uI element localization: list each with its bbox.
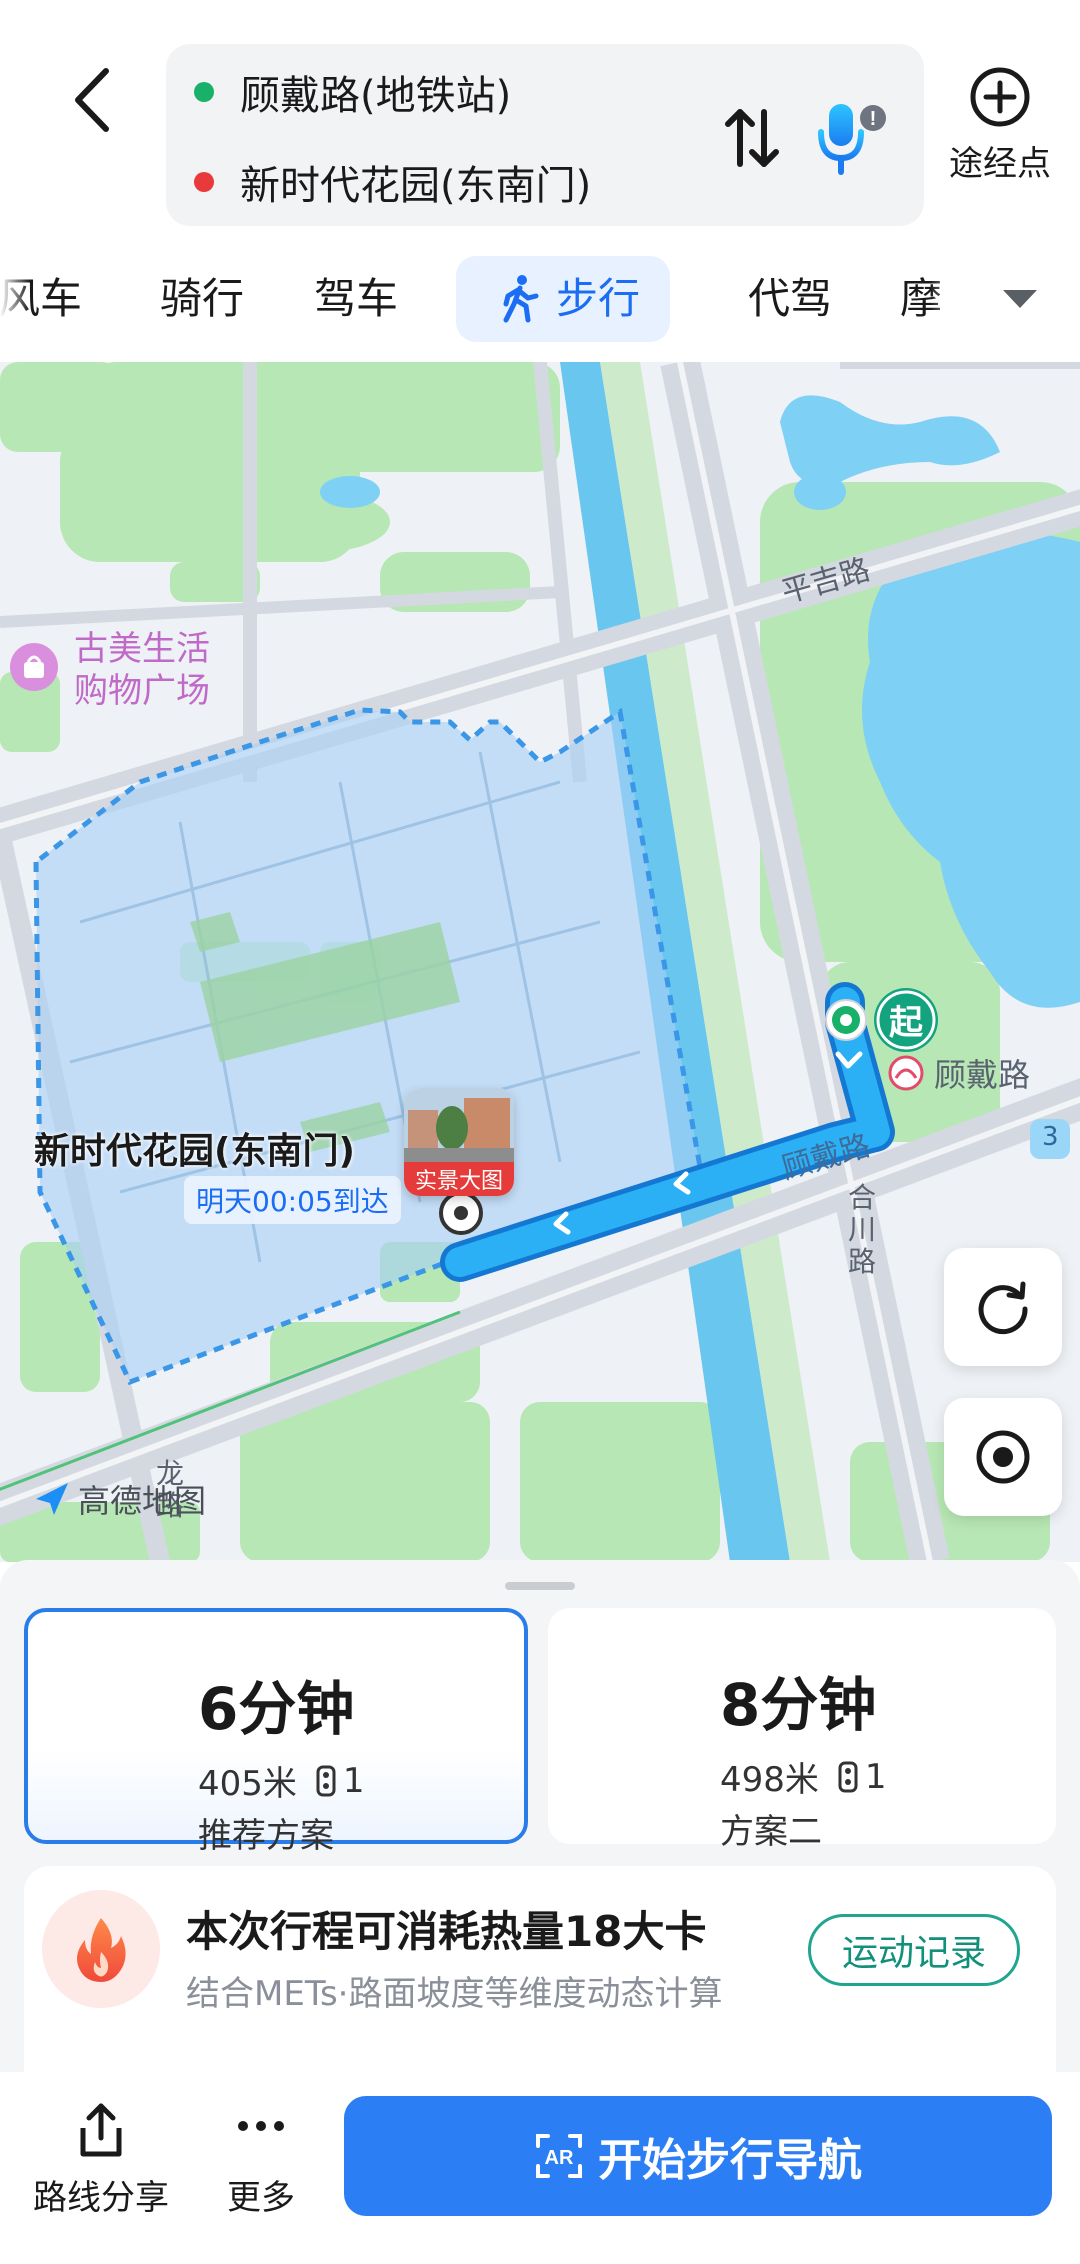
- street-view-label: 实景大图: [404, 1162, 514, 1196]
- street-view-thumbnail[interactable]: 实景大图: [404, 1088, 514, 1196]
- share-route-button[interactable]: 路线分享: [26, 2100, 176, 2250]
- tab-cycling[interactable]: 骑行: [160, 256, 244, 342]
- traffic-light-icon: [838, 1761, 858, 1792]
- tab-walking[interactable]: 步行: [456, 256, 671, 342]
- svg-text:!: !: [870, 108, 877, 130]
- tab-label: 驾车: [314, 274, 399, 323]
- plan-card-2[interactable]: 8分钟 498米 1 方案二: [548, 1608, 1056, 1852]
- voice-input-button[interactable]: !: [806, 88, 896, 188]
- traffic-light-icon: [316, 1765, 336, 1796]
- logo-text: 高德地图: [78, 1482, 207, 1520]
- swap-arrows-icon: [725, 109, 779, 167]
- walking-icon: [503, 275, 539, 323]
- tabs-fade-left: [0, 256, 30, 342]
- tab-driving[interactable]: 驾车: [314, 256, 398, 342]
- poi-mall-label[interactable]: 古美生活 购物广场: [74, 628, 210, 712]
- station-label: 顾戴路: [934, 1056, 1031, 1094]
- plan-meta: 498米 1: [720, 1752, 887, 1801]
- plan-distance: 498米: [720, 1760, 819, 1800]
- traffic-light-count: 1: [313, 1761, 365, 1801]
- locate-me-button[interactable]: [944, 1398, 1062, 1516]
- microphone-icon: !: [818, 104, 886, 175]
- plan-distance: 405米: [198, 1764, 297, 1804]
- end-dot-icon: [194, 172, 214, 192]
- plan-desc: 方案二: [720, 1812, 822, 1852]
- traffic-light-number: 1: [864, 1756, 887, 1797]
- svg-text:AR: AR: [545, 2147, 574, 2169]
- plan-time: 6分钟: [198, 1675, 355, 1743]
- sheet-drag-handle[interactable]: [505, 1582, 575, 1590]
- start-walking-navigation-button[interactable]: AR 开始步行导航: [344, 2096, 1052, 2216]
- ar-icon: AR: [534, 2132, 584, 2180]
- poi-mall-line1: 古美生活: [74, 629, 210, 669]
- tab-label: 步行: [556, 274, 641, 323]
- locate-icon: [976, 1430, 1030, 1484]
- plan-time: 8分钟: [720, 1671, 877, 1739]
- tab-label: 代驾: [748, 274, 833, 323]
- map-view[interactable]: 古美生活 购物广场 平吉路 顾戴路 顾戴路 合川路 龙路 起 3 新时代花园(东…: [0, 362, 1080, 1562]
- back-button[interactable]: [52, 50, 132, 150]
- caret-down-icon: [1003, 290, 1037, 308]
- route-input-box: 顾戴路(地铁站) 新时代花园(东南门) !: [166, 44, 924, 226]
- transport-mode-tabs: 风车 骑行 驾车 步行 代驾 摩: [0, 256, 1080, 342]
- calorie-title: 本次行程可消耗热量18大卡: [186, 1907, 707, 1956]
- traffic-light-number: 1: [342, 1760, 365, 1801]
- start-point-field[interactable]: 顾戴路(地铁站): [186, 52, 511, 132]
- amap-logo: 高德地图: [32, 1476, 206, 1522]
- share-icon: [80, 2103, 122, 2157]
- arrival-time-label: 明天00:05到达: [184, 1176, 401, 1224]
- traffic-light-count: 1: [835, 1757, 887, 1797]
- bottom-action-bar: 路线分享 更多 AR 开始步行导航: [0, 2072, 1080, 2264]
- start-dot-icon: [194, 82, 214, 102]
- swap-route-button[interactable]: [712, 88, 792, 188]
- calorie-card: 本次行程可消耗热量18大卡 结合METs·路面坡度等维度动态计算 运动记录: [24, 1866, 1056, 2096]
- map-canvas: [0, 362, 1080, 1562]
- end-point-text: 新时代花园(东南门): [240, 163, 592, 209]
- more-options-button[interactable]: 更多: [186, 2100, 336, 2250]
- poi-mall-line2: 购物广场: [74, 671, 210, 711]
- more-label: 更多: [227, 2178, 295, 2218]
- add-waypoint-button[interactable]: 途经点: [940, 66, 1060, 206]
- exercise-record-button[interactable]: 运动记录: [808, 1914, 1020, 1986]
- refresh-icon: [978, 1281, 1028, 1335]
- refresh-button[interactable]: [944, 1248, 1062, 1366]
- tab-chauffeur[interactable]: 代驾: [748, 256, 832, 342]
- destination-label: 新时代花园(东南门): [34, 1131, 355, 1172]
- more-dots-icon: [238, 2121, 284, 2131]
- navigate-label: 开始步行导航: [598, 2135, 862, 2186]
- tabs-fade-right: [930, 256, 970, 342]
- waypoint-label: 途经点: [949, 144, 1051, 184]
- route-header: 顾戴路(地铁站) 新时代花园(东南门) ! 途经点 风车 骑行 驾车 步行 代驾…: [0, 0, 1080, 360]
- street-view-image: [404, 1088, 514, 1162]
- plan-desc: 推荐方案: [198, 1816, 334, 1856]
- start-marker-label: 起: [889, 1003, 923, 1043]
- start-point-text: 顾戴路(地铁站): [240, 73, 512, 119]
- more-modes-button[interactable]: [970, 256, 1070, 342]
- calorie-subtitle: 结合METs·路面坡度等维度动态计算: [186, 1974, 723, 2014]
- amap-logo-icon: [36, 1483, 68, 1515]
- chevron-left-icon: [75, 68, 109, 132]
- plus-circle-icon: [970, 67, 1030, 127]
- tab-label: 骑行: [160, 274, 245, 323]
- share-label: 路线分享: [33, 2178, 169, 2218]
- plan-meta: 405米 1: [198, 1756, 365, 1805]
- plan-card-1[interactable]: 6分钟 405米 1 推荐方案: [24, 1608, 528, 1856]
- road-label-hechuan: 合川路: [848, 1181, 877, 1278]
- flame-icon: [42, 1890, 160, 2008]
- route-badge: 3: [1042, 1122, 1059, 1152]
- end-point-field[interactable]: 新时代花园(东南门): [186, 142, 591, 222]
